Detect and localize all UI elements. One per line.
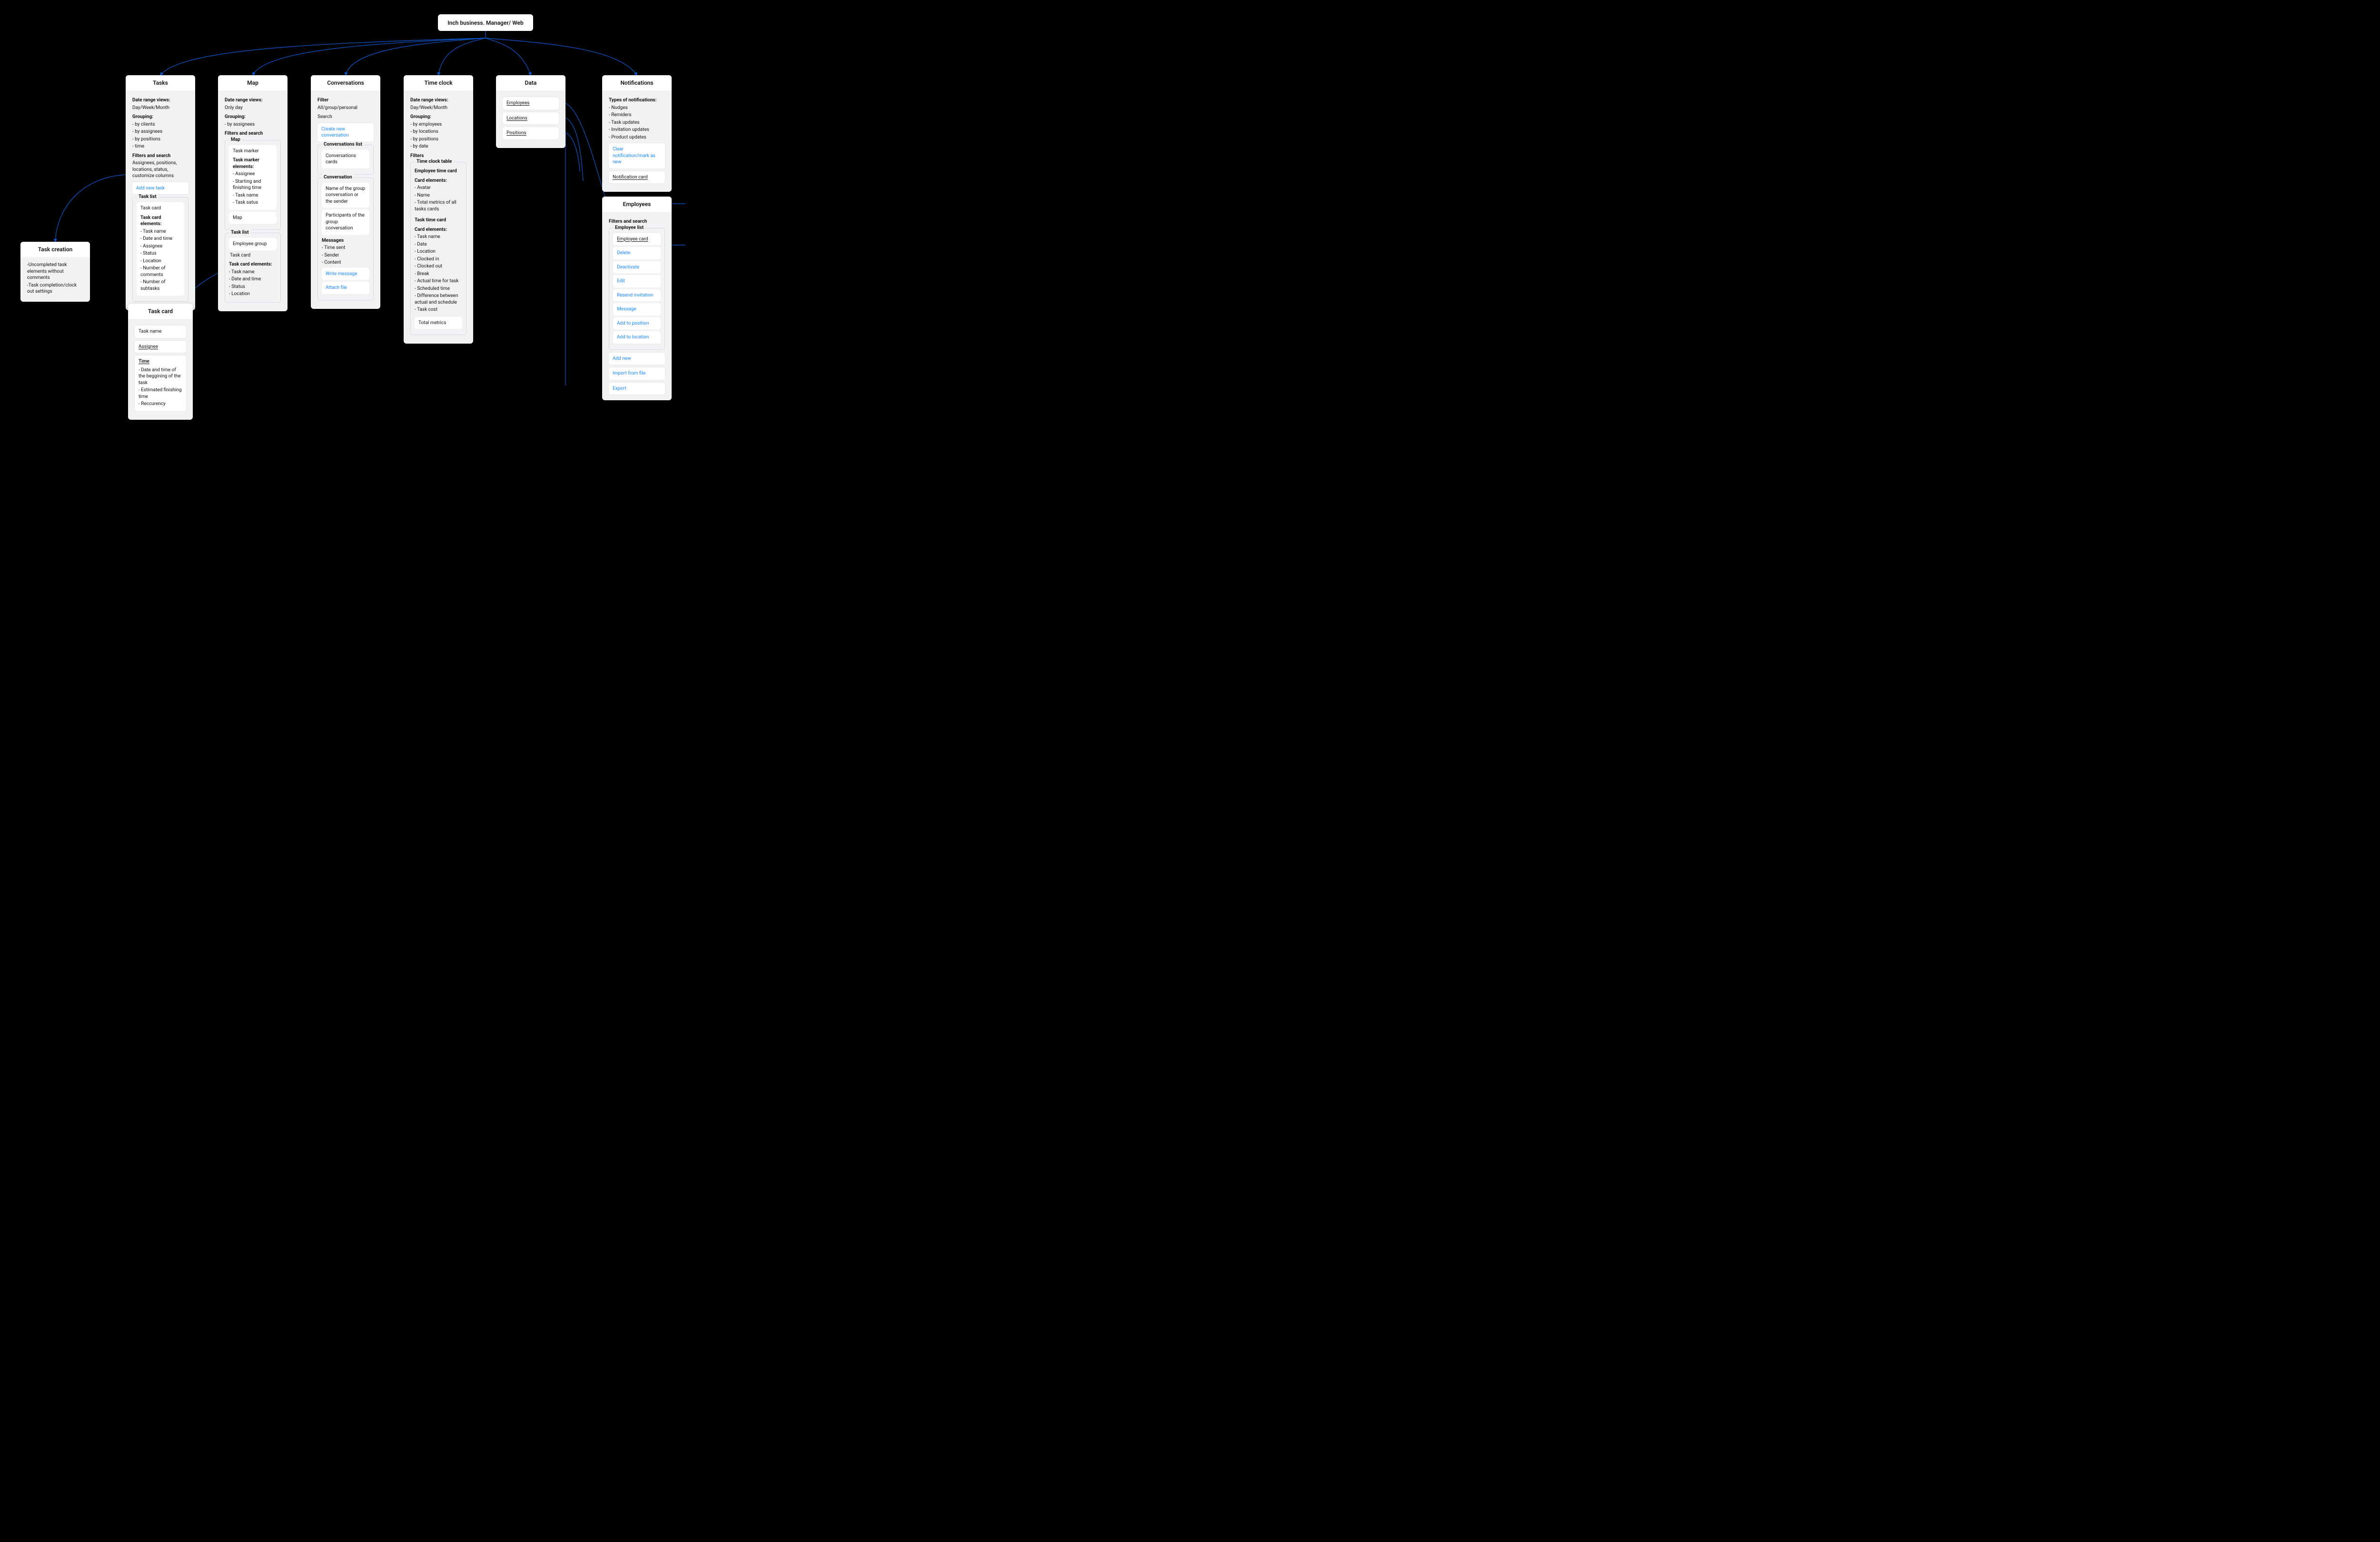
time-section: Time - Date and time of the beggining of… [135, 356, 186, 411]
attach-file-button[interactable]: Attach file [322, 282, 369, 294]
task-marker-link[interactable]: Task marker [233, 148, 259, 154]
assignee-link[interactable]: Assignee [135, 341, 186, 353]
import-from-file-button[interactable]: Import from file [609, 367, 665, 380]
clear-notification-button[interactable]: Clear notification/mark as new [609, 143, 665, 168]
notifications-card: Notifications Types of notifications: - … [602, 75, 672, 192]
time-clock-table-group: Time clock table Employee time card Card… [410, 162, 466, 335]
emp-action-add-location[interactable]: Add to location [613, 331, 661, 344]
conversations-title: Conversations [311, 75, 380, 90]
map-group: Map Task marker Task marker elements: - … [225, 140, 281, 230]
data-card: Data Employees Locations Positions [496, 75, 565, 148]
tasks-card: Tasks Date range views: Day/Week/Month G… [126, 75, 195, 310]
data-title: Data [496, 75, 565, 90]
create-conversation-button[interactable]: Create new conversation [317, 123, 374, 142]
label: Filters and search [132, 153, 188, 159]
time-clock-title: Time clock [404, 75, 473, 90]
map-task-list-group: Task list Employee group Task card Task … [225, 233, 281, 303]
emp-action-deactivate[interactable]: Deactivate [613, 261, 661, 274]
label: Grouping: [132, 114, 188, 120]
conversations-card: Conversations Filter All/group/personal … [311, 75, 380, 309]
task-card-detail: Task card Task name Assignee Time - Date… [128, 304, 193, 420]
data-employees-link[interactable]: Employees [503, 97, 559, 109]
emp-action-edit[interactable]: Edit [613, 275, 661, 287]
root-node: Inch business. Manager/ Web [438, 14, 533, 31]
emp-action-add-position[interactable]: Add to position [613, 317, 661, 330]
add-new-task-button[interactable]: Add new task [132, 182, 188, 195]
emp-action-resend[interactable]: Resend invitation [613, 289, 661, 302]
root-title: Inch business. Manager/ Web [447, 20, 524, 26]
label: Date range views: [132, 97, 188, 104]
data-positions-link[interactable]: Positions [503, 127, 559, 139]
employee-group: Employee group [229, 238, 277, 250]
task-card-link[interactable]: Task card [140, 206, 161, 211]
notifications-title: Notifications [602, 75, 672, 90]
time-clock-card: Time clock Date range views: Day/Week/Mo… [404, 75, 473, 344]
tasks-title: Tasks [126, 75, 195, 90]
conversation-group: Conversation Name of the group conversat… [317, 178, 374, 300]
task-card-title: Task card [128, 304, 193, 319]
write-message-button[interactable]: Write message [322, 268, 369, 280]
data-locations-link[interactable]: Locations [503, 112, 559, 125]
task-creation-card: Task creation -Uncompleted task elements… [20, 242, 90, 302]
emp-action-message[interactable]: Message [613, 303, 661, 316]
task-creation-title: Task creation [20, 242, 90, 257]
task-list-group: Task list Task card Task card elements: … [132, 197, 188, 302]
notification-card-link[interactable]: Notification card [609, 171, 665, 184]
employees-card: Employees Filters and search Employee li… [602, 197, 672, 400]
emp-action-delete[interactable]: Delete [613, 247, 661, 259]
map-card: Map Date range views: Only day Grouping:… [218, 75, 288, 311]
employee-card-link[interactable]: Employee card [613, 233, 661, 246]
map-task-card-link[interactable]: Task card [230, 252, 276, 259]
task-name-field: Task name [135, 326, 186, 338]
employee-list-group: Employee list Employee card Delete Deact… [609, 228, 665, 350]
value: Day/Week/Month [132, 105, 188, 111]
export-button[interactable]: Export [609, 383, 665, 395]
add-new-employee-button[interactable]: Add new [609, 353, 665, 365]
conversations-list-group: Conversations list Conversations cards [317, 145, 374, 175]
employees-title: Employees [602, 197, 672, 212]
map-title: Map [218, 75, 288, 90]
map-text: Map [229, 212, 277, 224]
value: Assignees, positions, locations, status,… [132, 160, 188, 179]
